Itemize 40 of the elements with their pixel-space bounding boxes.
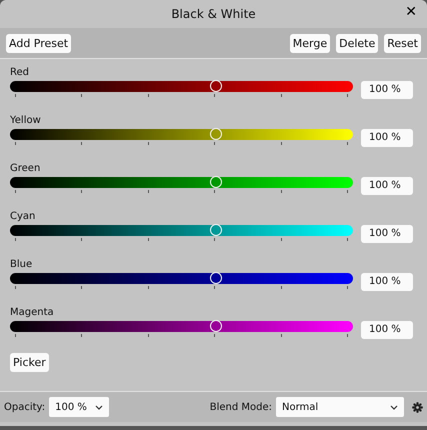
close-button[interactable]: ✕ bbox=[403, 4, 419, 20]
value-field[interactable]: 100 % bbox=[361, 273, 413, 291]
color-slider[interactable] bbox=[10, 129, 353, 140]
picker-button[interactable]: Picker bbox=[10, 353, 49, 372]
slider-thumb[interactable] bbox=[210, 128, 222, 140]
toolbar-button[interactable]: Delete bbox=[336, 34, 378, 52]
color-slider[interactable] bbox=[10, 225, 353, 236]
window-title: Black & White bbox=[171, 7, 256, 21]
slider-label: Red bbox=[10, 67, 30, 78]
blend-mode-dropdown[interactable]: Normal bbox=[276, 397, 404, 417]
value-field[interactable]: 100 % bbox=[361, 321, 413, 339]
color-slider[interactable] bbox=[10, 273, 353, 284]
slider-thumb[interactable] bbox=[210, 176, 222, 188]
color-slider[interactable] bbox=[10, 177, 353, 188]
value-field[interactable]: 100 % bbox=[361, 225, 413, 243]
slider-label: Yellow bbox=[10, 115, 42, 126]
slider-label: Blue bbox=[10, 259, 34, 270]
add-preset-button[interactable]: Add Preset bbox=[6, 34, 72, 52]
slider-label: Cyan bbox=[10, 211, 36, 222]
slider-thumb[interactable] bbox=[210, 224, 222, 236]
toolbar-button[interactable]: Reset bbox=[384, 34, 421, 52]
caret-icon bbox=[390, 404, 398, 410]
opacity-label: Opacity: bbox=[4, 402, 46, 412]
settings-icon[interactable] bbox=[412, 402, 423, 412]
caret-icon bbox=[95, 404, 104, 410]
slider-label: Magenta bbox=[10, 307, 55, 318]
opacity-dropdown[interactable]: 100 % bbox=[49, 397, 110, 417]
slider-label: Green bbox=[10, 163, 42, 174]
value-field[interactable]: 100 % bbox=[361, 177, 413, 195]
value-field[interactable]: 100 % bbox=[361, 81, 413, 99]
dropdown-value: Normal bbox=[282, 402, 318, 412]
blend-mode-label: Blend Mode: bbox=[210, 402, 272, 412]
color-slider[interactable] bbox=[10, 81, 353, 92]
slider-thumb[interactable] bbox=[210, 320, 222, 332]
value-field[interactable]: 100 % bbox=[361, 129, 413, 147]
color-slider[interactable] bbox=[10, 321, 353, 332]
slider-thumb[interactable] bbox=[210, 80, 222, 92]
toolbar-button[interactable]: Merge bbox=[290, 34, 330, 52]
dropdown-value: 100 % bbox=[55, 402, 87, 412]
slider-thumb[interactable] bbox=[210, 272, 222, 284]
